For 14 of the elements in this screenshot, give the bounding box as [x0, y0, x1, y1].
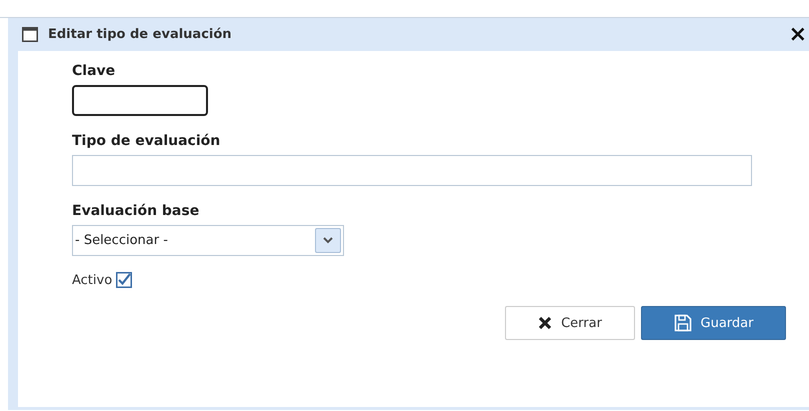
close-button[interactable]: Cerrar — [505, 306, 635, 340]
dialog-title: Editar tipo de evaluación — [48, 27, 233, 42]
dropdown-field[interactable]: - Seleccionar - — [72, 225, 344, 256]
close-button[interactable]: × — [786, 24, 809, 46]
checkbox[interactable] — [116, 272, 132, 288]
checkbox-label: Activo — [72, 272, 112, 288]
x-icon — [538, 316, 552, 330]
field-label: Evaluación base — [72, 203, 200, 219]
save-button[interactable]: Guardar — [641, 306, 786, 340]
field-label: Tipo de evaluación — [72, 133, 220, 149]
input-field[interactable] — [72, 85, 208, 116]
chevron-down-icon — [323, 237, 333, 244]
window-icon — [22, 27, 38, 42]
field-label: Clave — [72, 63, 116, 79]
